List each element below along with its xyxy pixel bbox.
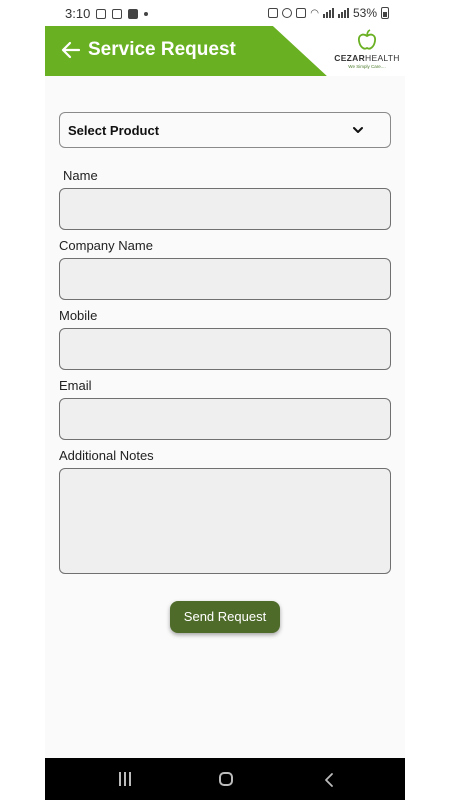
more-dot-icon [144, 11, 149, 16]
name-label: Name [63, 168, 98, 183]
name-field[interactable] [59, 188, 391, 230]
logo-tagline: We Simply Care.... [348, 64, 386, 69]
status-bar: 3:10 ◠ 53% [45, 0, 405, 26]
logo-brand-bold: CEZAR [334, 53, 366, 63]
signal-icon [322, 8, 334, 18]
product-select-value: Select Product [68, 123, 160, 138]
app-screen: 3:10 ◠ 53% Service Request CEZARHEALTH W… [45, 0, 405, 800]
mail-icon [112, 8, 123, 19]
notes-textarea[interactable] [59, 468, 391, 574]
check-icon [128, 8, 139, 19]
mute-icon [296, 8, 307, 18]
logo-brand-light: HEALTH [365, 53, 400, 63]
product-select[interactable]: Select Product [59, 112, 391, 148]
status-time: 3:10 [65, 6, 91, 21]
wifi-icon: ◠ [310, 7, 319, 19]
battery-percent: 53% [352, 6, 377, 20]
send-request-button[interactable]: Send Request [170, 601, 280, 633]
brand-logo: CEZARHEALTH We Simply Care.... [331, 29, 403, 73]
arrow-left-icon [61, 41, 81, 59]
alarm-icon [282, 8, 293, 18]
notes-label: Additional Notes [59, 448, 154, 463]
email-label: Email [59, 378, 92, 393]
back-button[interactable] [59, 38, 83, 62]
battery-icon [381, 7, 389, 19]
lock-icon [268, 8, 279, 18]
recent-apps-button[interactable] [118, 772, 132, 786]
home-button[interactable] [219, 772, 233, 786]
chevron-down-icon [353, 127, 363, 133]
mobile-label: Mobile [59, 308, 98, 323]
company-name-label: Company Name [59, 238, 153, 253]
app-header: Service Request CEZARHEALTH We Simply Ca… [45, 26, 405, 76]
signal-2-icon [337, 8, 349, 18]
nav-back-icon[interactable] [323, 772, 335, 788]
mobile-field[interactable] [59, 328, 391, 370]
company-name-field[interactable] [59, 258, 391, 300]
system-nav-bar [45, 758, 405, 800]
gallery-icon [96, 8, 107, 19]
logo-text: CEZARHEALTH [331, 53, 403, 63]
page-title: Service Request [88, 39, 236, 60]
apple-icon [357, 29, 377, 50]
email-field[interactable] [59, 398, 391, 440]
